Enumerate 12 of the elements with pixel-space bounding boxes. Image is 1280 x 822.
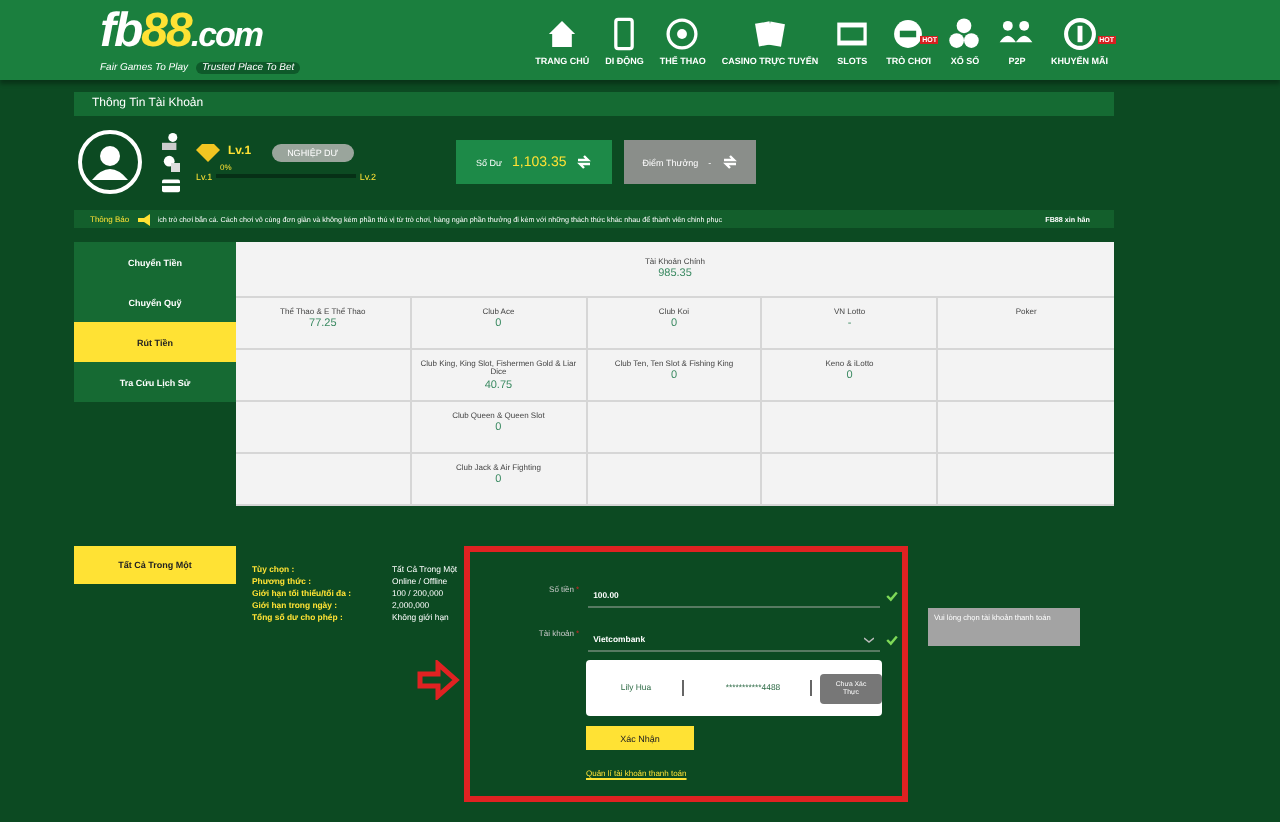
lottery-balls-icon <box>946 15 983 51</box>
megaphone-icon <box>137 213 152 225</box>
diamond-icon <box>196 143 220 161</box>
chevron-icon <box>863 635 874 643</box>
refresh-icon <box>721 154 738 170</box>
avatar-icon <box>78 130 142 194</box>
logo-text[interactable]: fb88.com <box>100 7 301 59</box>
refresh-icon <box>576 154 593 170</box>
cards-icon <box>752 15 789 51</box>
home-icon <box>544 15 581 51</box>
arrow-icon <box>416 660 460 700</box>
credit-card-icon[interactable] <box>162 175 180 193</box>
